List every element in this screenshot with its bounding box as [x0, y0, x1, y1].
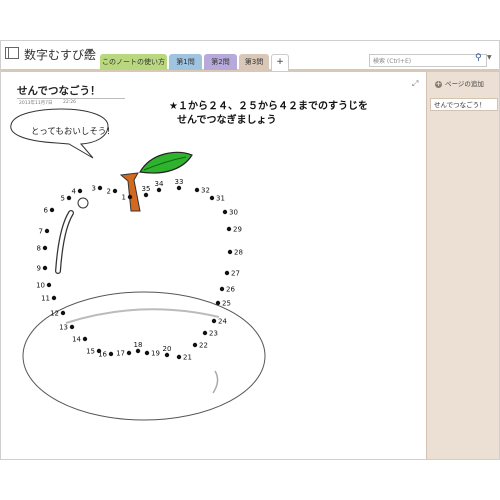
- dot-label-5: 5: [61, 195, 65, 203]
- dot-30: [222, 209, 228, 215]
- dot-label-20: 20: [163, 345, 172, 353]
- instruction-line-1: ★１から２４、２５から４２までのすうじを: [169, 101, 368, 112]
- dot-29: [226, 226, 232, 232]
- dot-label-6: 6: [44, 207, 49, 215]
- dot-34: [156, 187, 162, 193]
- dot-label-8: 8: [37, 245, 41, 253]
- title-underline: [17, 98, 125, 99]
- add-page-icon: +: [435, 80, 442, 88]
- page-time: 22:26: [63, 100, 76, 105]
- search-dropdown-icon[interactable]: ▼: [487, 54, 492, 61]
- dot-label-34: 34: [155, 180, 164, 188]
- dot-label-18: 18: [134, 341, 143, 349]
- dot-6: [49, 207, 55, 213]
- dot-4: [77, 188, 83, 194]
- dot-5: [66, 195, 72, 201]
- dot-label-15: 15: [86, 348, 95, 356]
- expand-icon[interactable]: ⤢: [412, 79, 418, 89]
- dot-16: [108, 351, 114, 357]
- dot-label-31: 31: [216, 195, 225, 203]
- dot-label-11: 11: [41, 295, 50, 303]
- dot-24: [211, 318, 217, 324]
- dot-12: [60, 310, 66, 316]
- dot-21: [176, 354, 182, 360]
- plate: [22, 291, 266, 421]
- dot-label-22: 22: [199, 342, 208, 350]
- apple-leaf: [139, 151, 193, 174]
- dot-label-14: 14: [72, 336, 81, 344]
- dot-11: [51, 295, 57, 301]
- dot-23: [202, 330, 208, 336]
- dot-8: [42, 245, 48, 251]
- onenote-window: 数字むすび絵 ▼ このノートの使い方 第1問 第2問 第3問 + 検索 (Ctr…: [0, 40, 500, 460]
- apple-shine-dot: [77, 197, 89, 209]
- dot-label-17: 17: [116, 350, 125, 358]
- dot-label-10: 10: [36, 282, 45, 290]
- dot-label-25: 25: [222, 300, 231, 308]
- dot-label-2: 2: [107, 188, 111, 196]
- dot-label-3: 3: [92, 185, 96, 193]
- page-list-item[interactable]: せんでつなごう！: [430, 98, 498, 111]
- dot-32: [194, 187, 200, 193]
- dot-label-23: 23: [209, 330, 218, 338]
- page-list-pane: + ページの追加 せんでつなごう！: [426, 72, 499, 459]
- dot-18: [135, 348, 141, 354]
- dot-25: [215, 300, 221, 306]
- search-icon[interactable]: ⚲: [475, 53, 482, 63]
- apple-stem: [119, 172, 141, 212]
- dot-label-24: 24: [218, 318, 227, 326]
- dot-1: [127, 194, 133, 200]
- dot-label-19: 19: [151, 350, 160, 358]
- add-page-button[interactable]: + ページの追加: [435, 78, 484, 88]
- dot-10: [46, 282, 52, 288]
- dot-31: [209, 195, 215, 201]
- add-page-label: ページの追加: [445, 80, 484, 88]
- dot-28: [227, 249, 233, 255]
- dot-label-29: 29: [233, 226, 242, 234]
- speech-bubble-text: とってもおいしそう！: [31, 127, 115, 137]
- dot-17: [126, 350, 132, 356]
- instruction-text[interactable]: ★１から２４、２５から４２までのすうじを せんでつなぎましょう: [169, 100, 368, 128]
- dot-22: [192, 342, 198, 348]
- dot-33: [176, 185, 182, 191]
- dot-label-21: 21: [183, 354, 192, 362]
- dot-14: [82, 336, 88, 342]
- dot-9: [42, 265, 48, 271]
- dot-label-16: 16: [98, 351, 107, 359]
- dot-label-12: 12: [50, 310, 59, 318]
- dot-19: [144, 350, 150, 356]
- dot-label-9: 9: [37, 265, 41, 273]
- dot-label-30: 30: [229, 209, 238, 217]
- dot-20: [164, 352, 170, 358]
- dot-label-35: 35: [142, 185, 151, 193]
- dot-label-33: 33: [175, 178, 184, 186]
- dot-27: [224, 270, 230, 276]
- dot-label-1: 1: [122, 194, 126, 202]
- dot-3: [97, 185, 103, 191]
- dot-label-32: 32: [201, 187, 210, 195]
- dot-2: [112, 188, 118, 194]
- dot-label-7: 7: [39, 228, 43, 236]
- dot-26: [219, 286, 225, 292]
- dot-label-4: 4: [72, 188, 77, 196]
- dot-35: [143, 192, 149, 198]
- dot-label-13: 13: [59, 324, 68, 332]
- page-title[interactable]: せんでつなごう！: [17, 83, 100, 98]
- dot-label-28: 28: [234, 249, 243, 257]
- page-date: 2013年11月7日: [19, 101, 53, 106]
- dot-label-26: 26: [226, 286, 235, 294]
- dot-7: [44, 228, 50, 234]
- dot-label-27: 27: [231, 270, 240, 278]
- instruction-line-2: せんでつなぎましょう: [177, 115, 277, 126]
- dot-13: [69, 324, 75, 330]
